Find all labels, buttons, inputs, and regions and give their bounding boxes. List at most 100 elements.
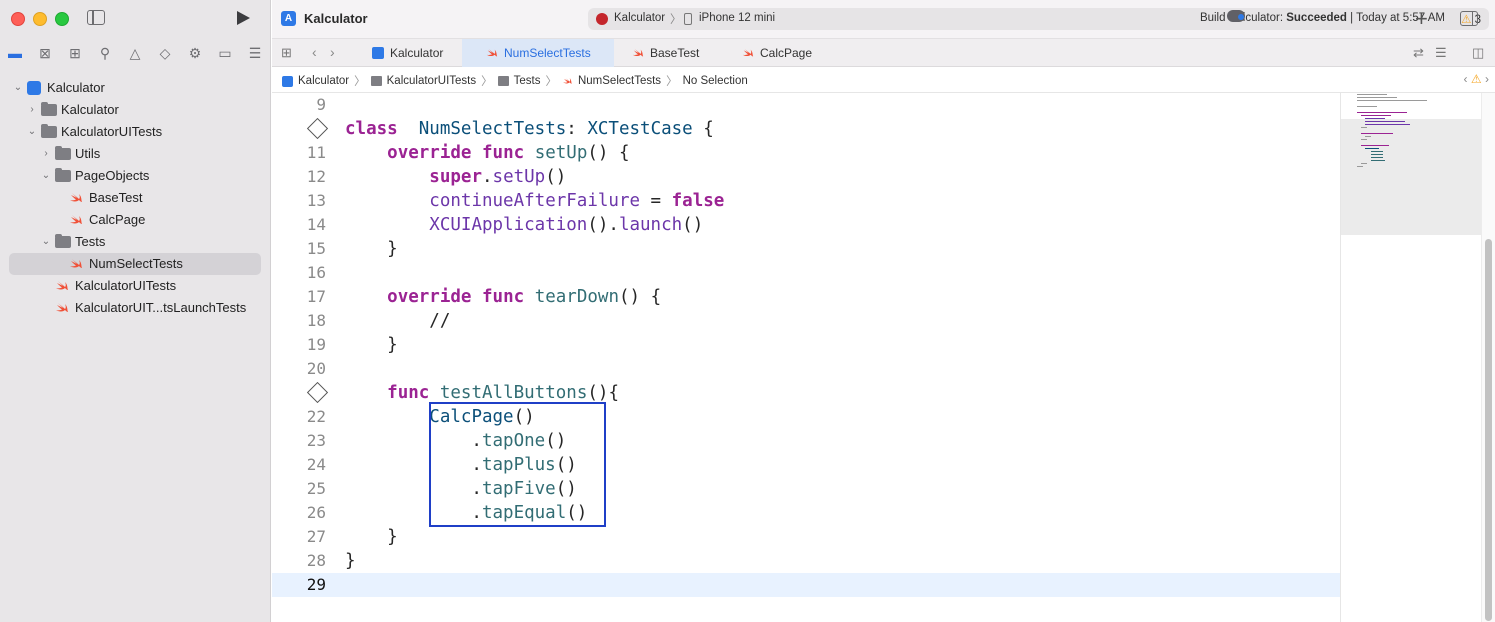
code-line[interactable]: 16 xyxy=(272,261,1340,285)
tree-item-kalculatoruit-tslaunchtests[interactable]: KalculatorUIT...tsLaunchTests xyxy=(0,297,271,319)
minimap[interactable] xyxy=(1340,93,1481,622)
code-line[interactable]: 27 } xyxy=(272,525,1340,549)
source-control-navigator-icon[interactable]: ⊠ xyxy=(30,40,60,66)
chevron-right-icon[interactable]: › xyxy=(41,143,51,165)
code-text: super.setUp() xyxy=(345,165,566,189)
tree-item-pageobjects[interactable]: ⌄ PageObjects xyxy=(0,165,271,187)
close-window-button[interactable] xyxy=(11,12,25,26)
minimap-visible-region[interactable] xyxy=(1341,119,1481,235)
run-button[interactable] xyxy=(237,11,250,25)
tree-item-kalculator[interactable]: › Kalculator xyxy=(0,99,271,121)
chevron-down-icon[interactable]: ⌄ xyxy=(41,165,51,187)
cloud-icon[interactable] xyxy=(1227,10,1245,22)
project-tree: ⌄ Kalculator › Kalculator ⌄ KalculatorUITests… xyxy=(0,77,271,319)
toggle-inspector-icon[interactable] xyxy=(1460,11,1478,26)
code-line[interactable]: 17 override func tearDown() { xyxy=(272,285,1340,309)
run-test-diamond-icon[interactable] xyxy=(306,381,329,404)
breadcrumb-item[interactable]: Tests xyxy=(497,75,541,87)
warning-icon[interactable]: ⚠ xyxy=(1471,72,1482,86)
editor-options-icon[interactable]: ☰ xyxy=(1435,45,1447,61)
minimap-line xyxy=(1371,154,1383,155)
vertical-scrollbar[interactable] xyxy=(1481,93,1495,622)
swift-file-icon xyxy=(632,48,644,57)
code-line[interactable]: 29 xyxy=(272,573,1340,597)
tree-item-utils[interactable]: › Utils xyxy=(0,143,271,165)
code-line[interactable]: 12 super.setUp() xyxy=(272,165,1340,189)
chevron-right-icon: 〉 xyxy=(354,76,366,88)
tree-item-tests[interactable]: ⌄ Tests xyxy=(0,231,271,253)
swap-editor-icon[interactable]: ⇄ xyxy=(1413,45,1424,61)
chevron-down-icon[interactable]: ⌄ xyxy=(41,231,51,253)
source-editor[interactable]: 9 class NumSelectTests: XCTestCase {11 ov… xyxy=(272,93,1340,622)
code-text: // xyxy=(345,309,450,333)
chevron-right-icon[interactable]: › xyxy=(1485,72,1489,86)
code-token: () xyxy=(682,215,704,235)
chevron-left-icon[interactable]: ‹ xyxy=(1464,72,1468,86)
run-test-diamond-icon[interactable] xyxy=(306,117,329,140)
code-line[interactable]: 11 override func setUp() { xyxy=(272,141,1340,165)
tree-item-basetest[interactable]: BaseTest xyxy=(0,187,271,209)
run-destination-selector[interactable]: iPhone 12 mini xyxy=(699,12,775,24)
minimize-window-button[interactable] xyxy=(33,12,47,26)
chevron-down-icon[interactable]: ⌄ xyxy=(27,121,37,143)
tab-numselecttests[interactable]: NumSelectTests xyxy=(462,39,614,67)
breadcrumb-item[interactable]: Kalculator xyxy=(282,75,349,87)
code-line[interactable]: 15 } xyxy=(272,237,1340,261)
related-items-grid-icon[interactable]: ⊞ xyxy=(281,46,294,59)
tab-kalculator[interactable]: Kalculator xyxy=(362,39,462,67)
breadcrumb-item[interactable]: KalculatorUITests xyxy=(370,75,476,87)
code-line[interactable]: 19 } xyxy=(272,333,1340,357)
tab-basetest[interactable]: BaseTest xyxy=(622,39,732,67)
code-line[interactable]: 20 xyxy=(272,357,1340,381)
navigator-selector-bar: ▬ ⊠ ⊞ ⚲ △ ◇ ⚙ ▭ ☰ xyxy=(0,40,271,66)
code-line[interactable]: class NumSelectTests: XCTestCase { xyxy=(272,117,1340,141)
symbol-navigator-icon[interactable]: ⊞ xyxy=(60,40,90,66)
breadcrumb-label: Tests xyxy=(513,75,541,87)
code-token: class xyxy=(345,119,398,139)
tree-item-kalculator[interactable]: ⌄ Kalculator xyxy=(0,77,271,99)
navigate-back-icon[interactable]: ‹ xyxy=(312,44,317,60)
code-line[interactable]: 9 xyxy=(272,93,1340,117)
project-navigator-icon[interactable]: ▬ xyxy=(0,40,30,66)
minimap-line xyxy=(1357,97,1397,98)
debug-navigator-icon[interactable]: ⚙ xyxy=(180,40,210,66)
code-line[interactable]: 14 XCUIApplication().launch() xyxy=(272,213,1340,237)
code-line[interactable]: 28} xyxy=(272,549,1340,573)
tree-item-label: Tests xyxy=(75,234,106,249)
code-token: } xyxy=(345,239,398,259)
code-token: func xyxy=(482,287,525,307)
issue-navigator-icon[interactable]: △ xyxy=(120,40,150,66)
navigate-forward-icon[interactable]: › xyxy=(330,44,335,60)
line-number: 27 xyxy=(306,527,326,546)
scrollbar-thumb[interactable] xyxy=(1485,239,1492,621)
code-line[interactable]: 13 continueAfterFailure = false xyxy=(272,189,1340,213)
tree-item-kalculatoruitests[interactable]: KalculatorUITests xyxy=(0,275,271,297)
toggle-navigator-icon[interactable] xyxy=(87,10,105,25)
split-editor-icon[interactable]: ◫ xyxy=(1472,45,1484,61)
report-navigator-icon[interactable]: ☰ xyxy=(240,40,270,66)
tab-calcpage[interactable]: CalcPage xyxy=(732,39,842,67)
breadcrumb-item[interactable]: NumSelectTests xyxy=(562,75,661,87)
scheme-selector[interactable]: Kalculator xyxy=(614,12,665,24)
tree-item-numselecttests[interactable]: NumSelectTests xyxy=(9,253,261,275)
chevron-right-icon: 〉 xyxy=(670,14,682,26)
test-navigator-icon[interactable]: ◇ xyxy=(150,40,180,66)
code-line[interactable]: 18 // xyxy=(272,309,1340,333)
chevron-down-icon[interactable]: ⌄ xyxy=(13,77,23,99)
line-number: 20 xyxy=(306,359,326,378)
chevron-right-icon[interactable]: › xyxy=(27,99,37,121)
find-navigator-icon[interactable]: ⚲ xyxy=(90,40,120,66)
library-plus-button[interactable]: + xyxy=(1415,6,1428,32)
zoom-window-button[interactable] xyxy=(55,12,69,26)
code-token: false xyxy=(671,191,725,211)
tree-item-calcpage[interactable]: CalcPage xyxy=(0,209,271,231)
tree-item-label: CalcPage xyxy=(89,212,146,227)
breadcrumb-item[interactable]: No Selection xyxy=(683,75,748,87)
minimap-line xyxy=(1361,127,1367,128)
breakpoint-navigator-icon[interactable]: ▭ xyxy=(210,40,240,66)
tree-item-kalculatoruitests[interactable]: ⌄ KalculatorUITests xyxy=(0,121,271,143)
line-number: 19 xyxy=(306,335,326,354)
swift-file-icon xyxy=(70,193,82,202)
